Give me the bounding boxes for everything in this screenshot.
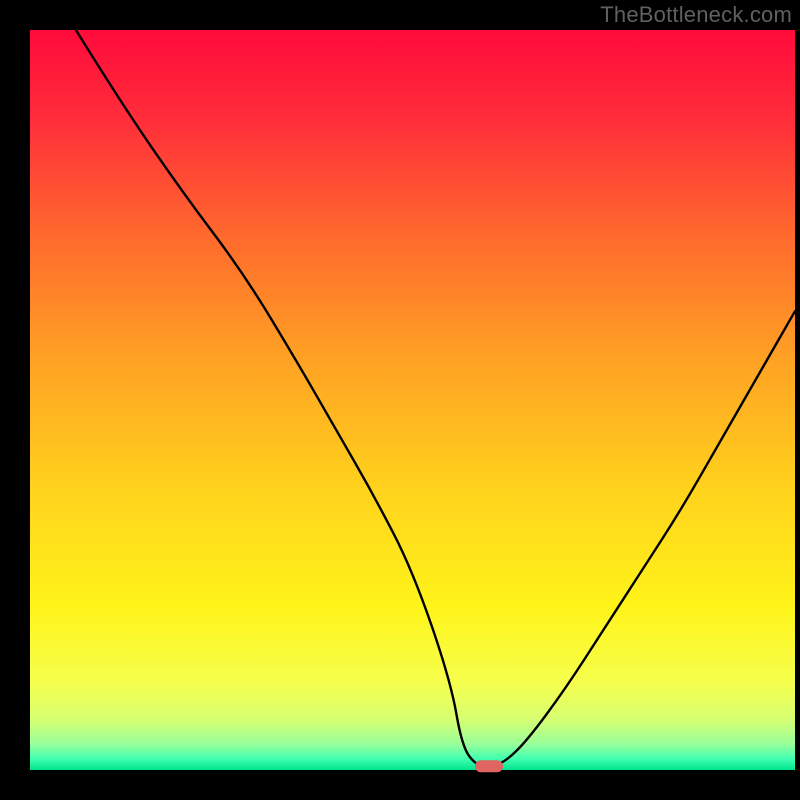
chart-frame: TheBottleneck.com [0, 0, 800, 800]
optimal-point-marker [475, 760, 503, 772]
bottleneck-curve-chart [0, 0, 800, 800]
plot-background [30, 30, 795, 770]
watermark-text: TheBottleneck.com [600, 2, 792, 28]
